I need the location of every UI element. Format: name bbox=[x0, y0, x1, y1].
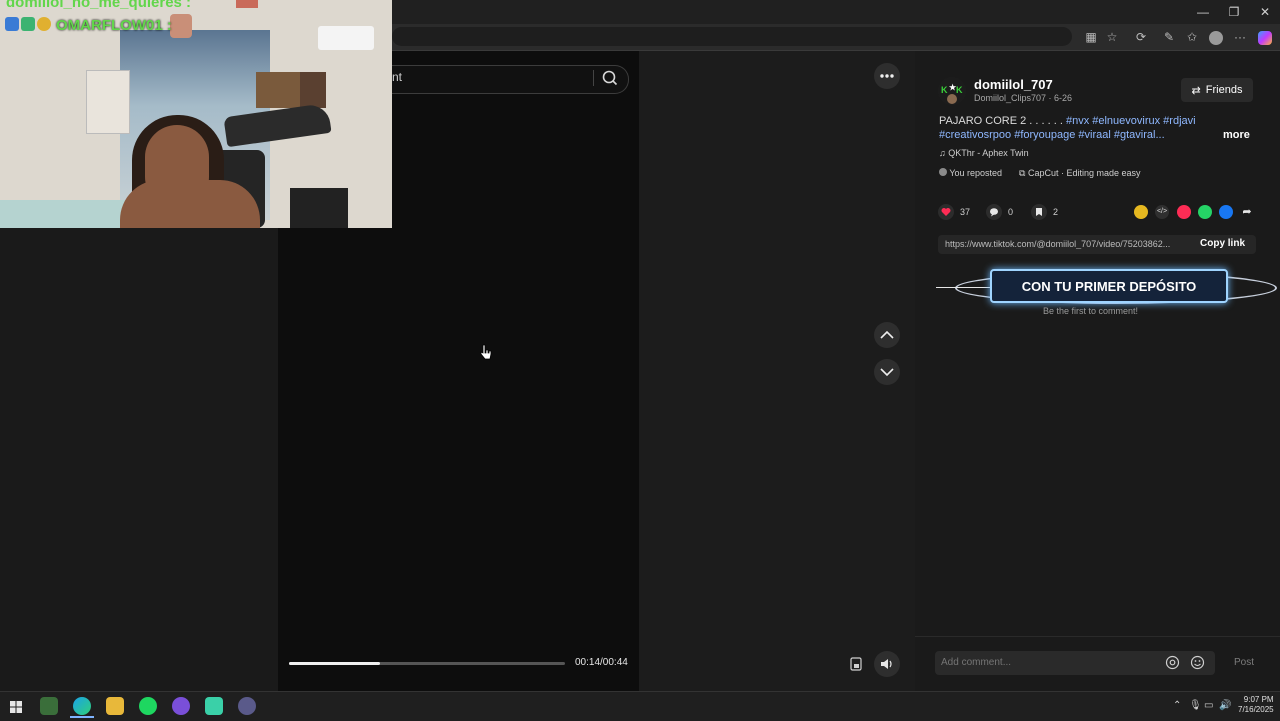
capcut-label: CapCut · Editing made easy bbox=[1027, 168, 1141, 178]
bookmark-icon bbox=[1031, 204, 1047, 220]
comment-icon bbox=[986, 204, 1002, 220]
more-options-button[interactable] bbox=[874, 63, 900, 89]
coin-share-icon[interactable] bbox=[1134, 205, 1148, 219]
floating-player-icon[interactable] bbox=[848, 656, 864, 672]
music-note-icon: ♫ bbox=[939, 148, 946, 158]
previous-video-button[interactable] bbox=[874, 322, 900, 348]
post-description-line2: #creativosrpoo #foryoupage #viraal #gtav… bbox=[939, 129, 1165, 141]
description-text: PAJARO CORE 2 . . . . . . bbox=[939, 115, 1063, 127]
chat-message-top: domiilol_no_me_quieres : bbox=[6, 0, 192, 11]
taskbar-obs-icon[interactable] bbox=[172, 697, 190, 715]
post-details-panel bbox=[915, 51, 1280, 691]
post-button[interactable]: Post bbox=[1234, 657, 1254, 668]
reposted-info: You reposted bbox=[939, 168, 1002, 178]
extensions-icon[interactable]: ⟳ bbox=[1132, 28, 1150, 46]
more-icon bbox=[880, 74, 894, 78]
next-video-button[interactable] bbox=[874, 359, 900, 385]
svg-text:K: K bbox=[956, 85, 963, 95]
video-progress-fill bbox=[289, 662, 381, 665]
clock-time: 9:07 PM bbox=[1243, 695, 1274, 704]
extension-puzzle-icon[interactable]: ✎ bbox=[1160, 28, 1178, 46]
repost-icon bbox=[939, 168, 947, 176]
empty-comments-message: Be the first to comment! bbox=[1043, 306, 1139, 316]
video-timecode: 00:14/00:44 bbox=[575, 657, 628, 668]
speaker-icon[interactable]: 🔊 bbox=[1219, 700, 1231, 711]
chevron-down-icon bbox=[880, 368, 894, 377]
address-bar[interactable] bbox=[392, 27, 1072, 46]
favorites-icon[interactable]: ✩ bbox=[1183, 28, 1201, 46]
search-divider bbox=[593, 70, 594, 86]
volume-icon bbox=[881, 659, 892, 669]
microphone-icon[interactable]: 🎙 bbox=[1189, 700, 1202, 711]
video-link[interactable]: https://www.tiktok.com/@domiilol_707/vid… bbox=[945, 239, 1189, 249]
heart-icon bbox=[938, 204, 954, 220]
reposted-label: You reposted bbox=[949, 168, 1003, 178]
hashtags-line2[interactable]: #creativosrpoo #foryoupage #viraal #gtav… bbox=[939, 129, 1165, 141]
windows-taskbar bbox=[0, 691, 1280, 721]
post-description-line1: PAJARO CORE 2 . . . . . . #nvx #elnuevov… bbox=[939, 115, 1196, 127]
save-stat[interactable]: 2 bbox=[1031, 204, 1058, 220]
author-avatar[interactable]: K ★ K bbox=[938, 77, 966, 105]
more-button[interactable]: more bbox=[1223, 129, 1250, 141]
friends-swap-icon: ⇄ bbox=[1191, 84, 1201, 97]
profile-icon[interactable] bbox=[1207, 28, 1225, 46]
taskbar-spotify-icon[interactable] bbox=[139, 697, 157, 715]
search-icon[interactable] bbox=[600, 68, 620, 88]
embed-icon[interactable]: </> bbox=[1155, 205, 1169, 219]
copy-link-button[interactable]: Copy link bbox=[1200, 238, 1245, 249]
hashtags-line1[interactable]: #nvx #elnuevovirux #rdjavi bbox=[1066, 115, 1196, 127]
author-handle-date: Domiilol_Clips707 · 6-26 bbox=[974, 93, 1073, 103]
comment-divider bbox=[915, 636, 1280, 637]
volume-button[interactable] bbox=[874, 651, 900, 677]
taskbar-app-icon[interactable] bbox=[205, 697, 223, 715]
capcut-icon: ⧉ bbox=[1019, 168, 1026, 178]
taskbar-file-explorer-icon[interactable] bbox=[106, 697, 124, 715]
send-icon[interactable] bbox=[1177, 205, 1191, 219]
chevron-up-icon bbox=[880, 330, 894, 339]
minimize-icon[interactable]: — bbox=[1193, 4, 1213, 20]
author-username[interactable]: domiilol_707 bbox=[974, 77, 1053, 92]
webcam-overlay: domiilol_no_me_quieres : OMARFLOW01 : bbox=[0, 0, 392, 228]
friends-label: Friends bbox=[1205, 84, 1243, 96]
share-arrow-icon[interactable]: ➦ bbox=[1240, 205, 1254, 219]
comment-input[interactable] bbox=[941, 657, 1151, 668]
like-count: 37 bbox=[960, 207, 971, 217]
clock-date: 7/16/2025 bbox=[1238, 705, 1274, 714]
comment-stat[interactable]: 0 bbox=[986, 204, 1013, 220]
emoji-icon[interactable] bbox=[1190, 655, 1205, 670]
taskbar-edge-icon[interactable] bbox=[73, 697, 91, 715]
friends-button[interactable]: ⇄ Friends bbox=[1181, 78, 1253, 102]
comment-count: 0 bbox=[1008, 207, 1014, 217]
save-count: 2 bbox=[1053, 207, 1059, 217]
windows-start-icon[interactable] bbox=[10, 700, 22, 718]
promo-banner: CON TU PRIMER DEPÓSITO bbox=[990, 269, 1228, 303]
favorite-star-icon[interactable]: ☆ bbox=[1103, 28, 1121, 46]
hand-cursor-icon bbox=[480, 344, 492, 365]
search-text: nt bbox=[392, 70, 403, 84]
music-title: QKThr - Aphex Twin bbox=[948, 148, 1029, 158]
tray-chevron-up-icon[interactable]: ⌃ bbox=[1173, 700, 1181, 711]
like-stat[interactable]: 37 bbox=[938, 204, 970, 220]
taskbar-clock[interactable]: 9:07 PM 7/16/2025 bbox=[1238, 695, 1274, 715]
banner-line bbox=[936, 287, 996, 288]
active-app-indicator bbox=[70, 716, 94, 718]
maximize-icon[interactable]: ❐ bbox=[1224, 4, 1244, 20]
app-icon[interactable]: ▦ bbox=[1082, 28, 1100, 46]
music-info[interactable]: ♫ QKThr - Aphex Twin bbox=[939, 148, 1029, 158]
network-icon[interactable]: ▭ bbox=[1204, 700, 1213, 711]
whatsapp-icon[interactable] bbox=[1198, 205, 1212, 219]
browser-menu-icon[interactable]: ··· bbox=[1231, 28, 1249, 46]
close-icon[interactable]: ✕ bbox=[1255, 4, 1275, 20]
svg-text:K: K bbox=[941, 85, 948, 95]
facebook-icon[interactable] bbox=[1219, 205, 1233, 219]
taskbar-app-terminal-icon[interactable] bbox=[40, 697, 58, 715]
mention-icon[interactable] bbox=[1165, 655, 1180, 670]
copilot-icon[interactable] bbox=[1256, 28, 1274, 46]
taskbar-app2-icon[interactable] bbox=[238, 697, 256, 715]
chat-message-user: OMARFLOW01 : bbox=[56, 17, 172, 34]
capcut-info[interactable]: ⧉ CapCut · Editing made easy bbox=[1019, 168, 1141, 179]
